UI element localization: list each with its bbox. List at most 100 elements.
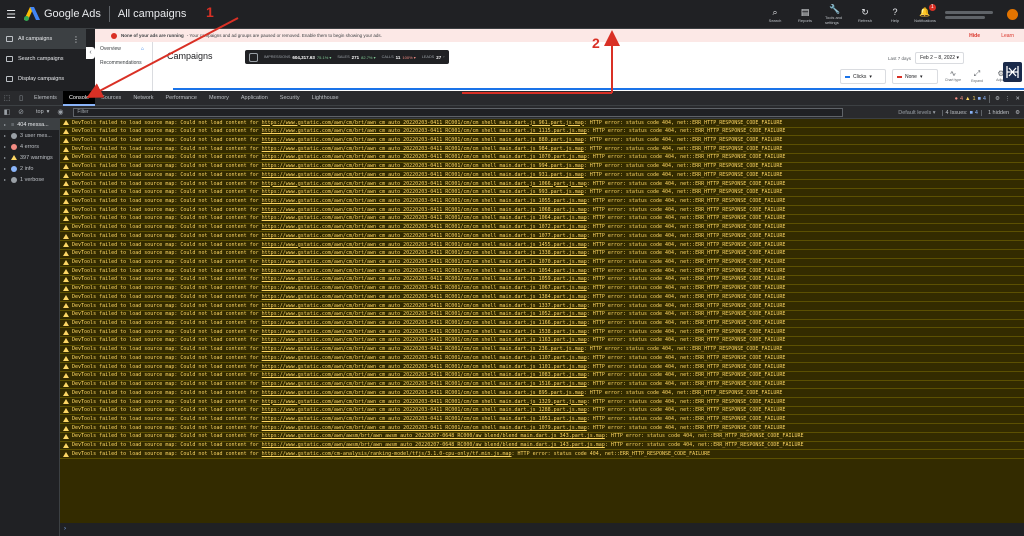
- source-map-link[interactable]: https://www.gstatic.com/awn/cm/brt/awn_c…: [262, 268, 587, 274]
- menu-icon[interactable]: ☰: [0, 8, 22, 21]
- source-map-link[interactable]: https://www.gstatic.com/awn/cm/brt/awn_c…: [262, 163, 584, 169]
- sidebar-item-errors[interactable]: ▸ 4 errors: [0, 141, 59, 152]
- source-map-link[interactable]: https://www.gstatic.com/awn/cm/brt/awn_c…: [262, 215, 587, 221]
- clear-console-icon[interactable]: ⊘: [14, 108, 28, 116]
- chart-type-button[interactable]: ∿ Chart type: [944, 69, 962, 87]
- tab-lighthouse[interactable]: Lighthouse: [306, 91, 345, 106]
- log-row[interactable]: DevTools failed to load source map: Coul…: [60, 424, 1024, 433]
- more-vert-icon[interactable]: ⋮: [72, 35, 80, 44]
- log-row[interactable]: DevTools failed to load source map: Coul…: [60, 415, 1024, 425]
- log-row[interactable]: DevTools failed to load source map: Coul…: [60, 136, 1024, 146]
- tab-sources[interactable]: Sources: [95, 91, 127, 106]
- log-row[interactable]: DevTools failed to load source map: Coul…: [60, 206, 1024, 215]
- source-map-link[interactable]: https://www.gstatic.com/awn/cm/brt/awn_c…: [262, 172, 584, 178]
- log-row[interactable]: DevTools failed to load source map: Coul…: [60, 442, 1024, 451]
- inspect-element-icon[interactable]: ⬚: [0, 94, 14, 102]
- source-map-link[interactable]: https://www.gstatic.com/awn/cm/brt/awn_c…: [262, 250, 587, 256]
- date-range-value[interactable]: Feb 2 – 8, 2022 ▾: [915, 52, 964, 64]
- tools-settings-button[interactable]: 🔧 Tools and settings: [825, 4, 845, 25]
- source-map-link[interactable]: https://www.gstatic.com/awn/cm/brt/awn_c…: [262, 294, 587, 300]
- source-map-link[interactable]: https://www.gstatic.com/awn/cm/brt/awn_c…: [262, 189, 584, 195]
- source-map-link[interactable]: https://www.gstatic.com/awn/cm/brt/awn_c…: [262, 364, 587, 370]
- subnav-recommendations[interactable]: Recommendations: [95, 56, 152, 70]
- sidebar-item-warnings[interactable]: ▸ 397 warnings: [0, 152, 59, 163]
- log-row[interactable]: DevTools failed to load source map: Coul…: [60, 250, 1024, 259]
- source-map-link[interactable]: https://www.gstatic.com/awn/awsm/brt/awn…: [262, 442, 605, 448]
- source-map-link[interactable]: https://www.gstatic.com/awn/cm/brt/awn_c…: [262, 207, 587, 213]
- log-row[interactable]: DevTools failed to load source map: Coul…: [60, 450, 1024, 460]
- nav-display-campaigns[interactable]: Display campaigns: [0, 69, 86, 89]
- hide-alert-button[interactable]: Hide: [969, 33, 980, 39]
- more-options-icon[interactable]: ⋮: [1005, 96, 1011, 102]
- source-map-link[interactable]: https://www.gstatic.com/awn/cm/brt/awn_c…: [262, 346, 584, 352]
- log-row[interactable]: DevTools failed to load source map: Coul…: [60, 320, 1024, 329]
- log-row[interactable]: DevTools failed to load source map: Coul…: [60, 145, 1024, 154]
- source-map-link[interactable]: https://www.gstatic.com/awn/cm/brt/awn_c…: [262, 425, 587, 431]
- source-map-link[interactable]: https://www.gstatic.com/awn/cm/brt/awn_c…: [262, 372, 587, 378]
- source-map-link[interactable]: https://www.gstatic.com/awn/cm/brt/awn_c…: [262, 276, 587, 282]
- show-sidebar-icon[interactable]: ◧: [0, 108, 14, 116]
- log-row[interactable]: DevTools failed to load source map: Coul…: [60, 259, 1024, 268]
- source-map-link[interactable]: https://www.gstatic.com/awn/cm/brt/awn_c…: [262, 407, 587, 413]
- subnav-overview[interactable]: Overview ⌂: [95, 42, 152, 56]
- expand-button[interactable]: ⤢ Expand: [968, 69, 986, 87]
- source-map-link[interactable]: https://www.gstatic.com/awn/cm/brt/awn_c…: [262, 154, 587, 160]
- log-levels-dropdown[interactable]: Default levels ▾: [898, 110, 935, 116]
- sidebar-item-info[interactable]: ▸ 2 info: [0, 163, 59, 174]
- refresh-button[interactable]: ↻ Refresh: [855, 7, 875, 23]
- live-expression-eye-icon[interactable]: ◉: [53, 108, 67, 116]
- tab-memory[interactable]: Memory: [203, 91, 235, 106]
- source-map-link[interactable]: https://www.gstatic.com/awn/cm/brt/awn_c…: [262, 285, 587, 291]
- source-map-link[interactable]: https://www.gstatic.com/awn/cm/brt/awn_c…: [262, 399, 587, 405]
- log-row[interactable]: DevTools failed to load source map: Coul…: [60, 154, 1024, 163]
- source-map-link[interactable]: https://www.gstatic.com/awn/cm/brt/awn_c…: [262, 233, 587, 239]
- source-map-link[interactable]: https://www.gstatic.com/awn/awsm/brt/awn…: [262, 433, 605, 439]
- tab-performance[interactable]: Performance: [159, 91, 203, 106]
- metric-none-dropdown[interactable]: None ▾: [892, 69, 938, 84]
- log-row[interactable]: DevTools failed to load source map: Coul…: [60, 171, 1024, 181]
- log-row[interactable]: DevTools failed to load source map: Coul…: [60, 232, 1024, 242]
- source-map-link[interactable]: https://www.gstatic.com/awn/cm/brt/awn_c…: [262, 311, 587, 317]
- source-map-link[interactable]: https://www.gstatic.com/awn/cm/brt/awn_c…: [262, 242, 587, 248]
- log-row[interactable]: DevTools failed to load source map: Coul…: [60, 372, 1024, 381]
- log-row[interactable]: DevTools failed to load source map: Coul…: [60, 285, 1024, 294]
- reports-button[interactable]: ▤ Reports: [795, 7, 815, 23]
- date-range-picker[interactable]: Last 7 days Feb 2 – 8, 2022 ▾: [888, 52, 964, 64]
- source-map-link[interactable]: https://www.gstatic.com/awn/cm/brt/awn_c…: [262, 181, 587, 187]
- log-row[interactable]: DevTools failed to load source map: Coul…: [60, 241, 1024, 250]
- source-map-link[interactable]: https://www.gstatic.com/awn/cm/brt/awn_c…: [262, 320, 587, 326]
- log-row[interactable]: DevTools failed to load source map: Coul…: [60, 354, 1024, 364]
- scorecard-strip[interactable]: IMPRESSIONS 604,317.63 75.1% ▾ SALES 271…: [245, 50, 449, 64]
- source-map-link[interactable]: https://www.gstatic.com/awn/cm/brt/awn_c…: [262, 355, 587, 361]
- source-map-link[interactable]: https://www.gstatic.com/awn/cm/brt/awn_c…: [262, 137, 584, 143]
- scorecard-next-icon[interactable]: ›: [443, 55, 444, 59]
- context-selector[interactable]: top ▾: [32, 109, 53, 115]
- source-map-link[interactable]: https://www.gstatic.com/awn/cm/brt/awn_c…: [262, 128, 587, 134]
- source-map-link[interactable]: https://www.gstatic.com/awn/cm/brt/awn_c…: [262, 120, 584, 126]
- help-button[interactable]: ? Help: [885, 7, 905, 23]
- console-prompt-input[interactable]: ›: [60, 523, 1024, 536]
- tab-elements[interactable]: Elements: [28, 91, 63, 106]
- log-row[interactable]: DevTools failed to load source map: Coul…: [60, 180, 1024, 189]
- search-button[interactable]: ⌕ Search: [765, 7, 785, 23]
- console-settings-icon[interactable]: ⚙: [1015, 110, 1020, 116]
- log-row[interactable]: DevTools failed to load source map: Coul…: [60, 276, 1024, 285]
- extension-logo-icon[interactable]: [1003, 62, 1022, 82]
- log-row[interactable]: DevTools failed to load source map: Coul…: [60, 398, 1024, 407]
- log-row[interactable]: DevTools failed to load source map: Coul…: [60, 381, 1024, 390]
- tab-security[interactable]: Security: [274, 91, 306, 106]
- console-filter-input[interactable]: Filter: [73, 107, 844, 117]
- log-row[interactable]: DevTools failed to load source map: Coul…: [60, 119, 1024, 128]
- log-row[interactable]: DevTools failed to load source map: Coul…: [60, 346, 1024, 355]
- tab-console[interactable]: Console: [62, 90, 96, 106]
- sidebar-item-messages[interactable]: ▸ ≡ 404 messa...: [0, 119, 59, 130]
- source-map-link[interactable]: https://www.gstatic.com/awn/cm/brt/awn_c…: [262, 381, 587, 387]
- log-row[interactable]: DevTools failed to load source map: Coul…: [60, 163, 1024, 172]
- collapse-nav-button[interactable]: ‹: [86, 47, 95, 59]
- log-row[interactable]: DevTools failed to load source map: Coul…: [60, 407, 1024, 416]
- issues-button[interactable]: 4 Issues: ■ 4: [941, 109, 982, 116]
- log-row[interactable]: DevTools failed to load source map: Coul…: [60, 311, 1024, 320]
- log-row[interactable]: DevTools failed to load source map: Coul…: [60, 189, 1024, 198]
- close-devtools-icon[interactable]: ✕: [1015, 96, 1020, 102]
- avatar[interactable]: [1007, 9, 1018, 20]
